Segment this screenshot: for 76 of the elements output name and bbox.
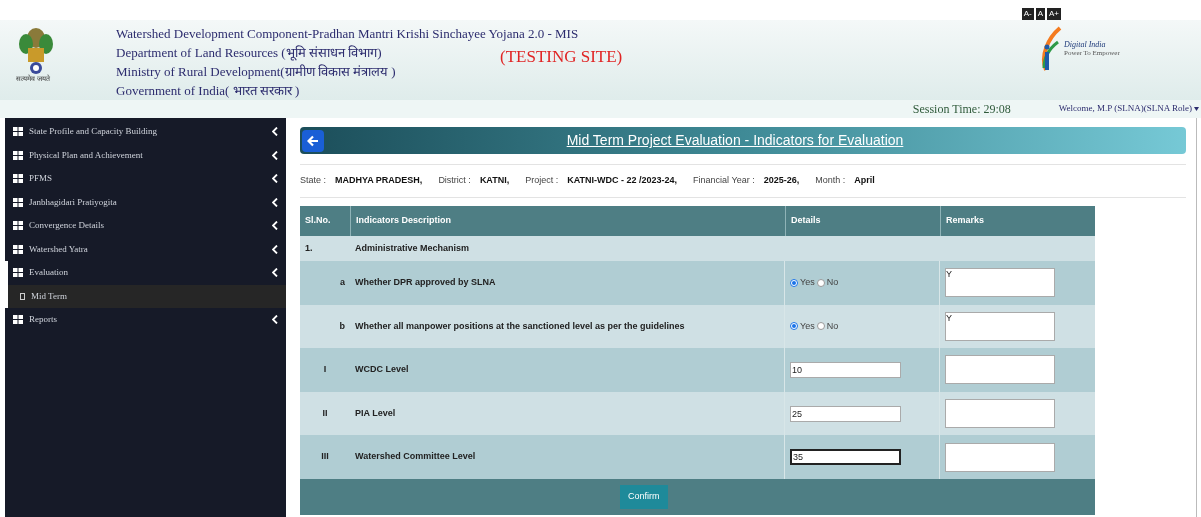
remarks-field[interactable]: Y <box>945 311 1055 341</box>
info-label: District : <box>438 174 471 188</box>
remarks-field[interactable] <box>945 399 1055 429</box>
header-title-line: Government of India( भारत सरकार ) <box>116 82 300 100</box>
table-cell-text: b <box>338 319 346 333</box>
grid-icon <box>13 268 23 278</box>
column-header: Sl.No. <box>304 214 332 228</box>
table-cell-text: II <box>321 406 329 420</box>
sidebar-item[interactable]: PFMS <box>5 167 286 191</box>
session-time: Session Time: 29:08 <box>912 101 1011 118</box>
font-size-button[interactable]: A <box>1035 8 1045 20</box>
radio-button[interactable] <box>790 322 798 331</box>
grid-icon <box>13 197 23 207</box>
info-value: 2025-26, <box>763 174 800 188</box>
grid-icon <box>13 315 23 325</box>
radio-button[interactable] <box>816 322 825 331</box>
confirm-button[interactable]: Confirm <box>620 485 668 509</box>
sidebar-item[interactable]: State Profile and Capacity Building <box>5 120 286 144</box>
input-field[interactable]: 10 <box>790 362 901 378</box>
header-title-line: Watershed Development Component-Pradhan Mantri Krishi Sinchayee Yojana 2.0 - MIS <box>116 25 579 43</box>
arrow-left-icon <box>307 134 319 147</box>
grid-icon <box>13 221 23 231</box>
chevron-icon <box>272 174 278 184</box>
grid-icon <box>13 174 23 184</box>
radio-label: Yes <box>800 276 815 290</box>
chevron-icon <box>272 127 278 137</box>
header-title-line: Ministry of Rural Development(ग्रामीण विकास मंत्रालय ) <box>116 63 396 81</box>
header-title-line: Department of Land Resources (भूमि संसाधन विभाग) <box>116 44 382 62</box>
info-label: Financial Year : <box>693 174 755 188</box>
page-title: Mid Term Project Evaluation - Indicators for Evaluation <box>565 131 905 150</box>
font-size-button[interactable]: A- <box>1021 8 1034 20</box>
radio-button[interactable] <box>816 278 825 287</box>
table-cell-text: a <box>339 276 346 290</box>
radio-button[interactable] <box>790 278 798 287</box>
sidebar-item[interactable]: Convergence Details <box>5 214 286 238</box>
input-field[interactable]: 35 <box>790 449 901 466</box>
table-cell-text: I <box>322 363 328 377</box>
sidebar-item[interactable]: Reports <box>5 308 286 332</box>
table-cell-text: III <box>320 450 330 464</box>
info-label: State : <box>300 174 326 188</box>
chevron-icon <box>272 221 278 231</box>
remarks-field[interactable] <box>945 355 1055 385</box>
chevron-icon <box>272 268 278 278</box>
chevron-icon <box>272 197 278 207</box>
info-value: KATNI, <box>479 174 510 188</box>
info-value: MADHYA PRADESH, <box>335 174 423 188</box>
remarks-field[interactable]: Y <box>945 268 1055 298</box>
caret-down-icon <box>1194 107 1199 111</box>
grid-icon <box>13 127 23 137</box>
table-cell: Whether DPR approved by SLNA <box>350 261 785 305</box>
radio-label: No <box>826 276 839 290</box>
table-cell-text: 1. <box>304 241 314 255</box>
sidebar-item[interactable]: Physical Plan and Achievement <box>5 143 286 167</box>
user-menu[interactable]: Welcome, M.P (SLNA)(SLNA Role) <box>1058 102 1199 116</box>
input-field[interactable]: 25 <box>790 405 901 422</box>
section-title: Administrative Mechanism <box>354 241 471 255</box>
table-cell: WCDC Level <box>350 348 785 392</box>
radio-label: No <box>826 319 839 333</box>
info-value: KATNI-WDC - 22 /2023-24, <box>567 174 678 188</box>
sidebar-item[interactable]: Janbhagidari Pratiyogita <box>5 190 286 214</box>
sidebar-subitem[interactable]: Mid Term <box>5 284 286 308</box>
back-button[interactable] <box>302 129 324 152</box>
chevron-icon <box>272 315 278 325</box>
chevron-icon <box>272 244 278 254</box>
table-cell: Watershed Committee Level <box>350 435 785 479</box>
info-label: Project : <box>525 174 559 188</box>
chevron-icon <box>272 150 278 160</box>
grid-icon <box>13 150 23 160</box>
grid-icon <box>13 244 23 254</box>
testing-site-label: (TESTING SITE) <box>500 46 623 68</box>
radio-label: Yes <box>800 319 815 333</box>
sidebar-item[interactable]: Watershed Yatra <box>5 237 286 261</box>
info-value: April <box>854 174 875 188</box>
info-label: Month : <box>815 174 846 188</box>
remarks-field[interactable] <box>945 442 1055 472</box>
font-size-button[interactable]: A+ <box>1047 8 1061 20</box>
